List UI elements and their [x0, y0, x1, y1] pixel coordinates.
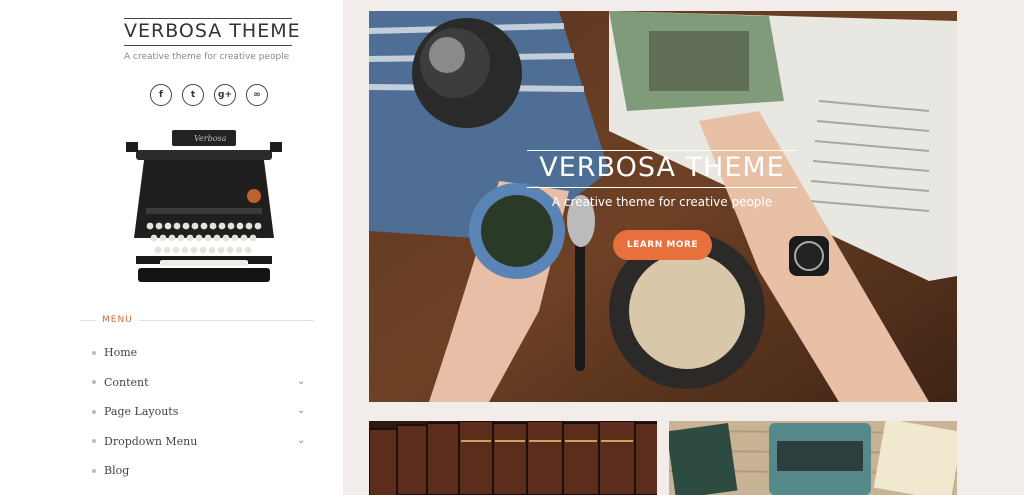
chevron-down-icon[interactable]: ⌄	[297, 435, 305, 446]
hero-title: VERBOSA THEME	[527, 150, 797, 188]
menu-item-label: Blog	[104, 464, 130, 478]
menu-item-home[interactable]: Home	[92, 338, 312, 368]
menu-item-dropdown-menu[interactable]: Dropdown Menu ⌄	[92, 427, 312, 457]
menu-item-label: Dropdown Menu	[104, 434, 198, 448]
menu-item-content[interactable]: Content ⌄	[92, 368, 312, 398]
google-plus-icon[interactable]: g+	[214, 84, 236, 106]
thumbnail-books-image[interactable]	[369, 421, 657, 495]
social-links: f t g+ ∞	[150, 84, 268, 106]
main-menu: Home Content ⌄ Page Layouts ⌄ Dropdown M…	[92, 338, 312, 486]
chevron-down-icon[interactable]: ⌄	[297, 376, 305, 387]
hero-subtitle: A creative theme for creative people	[551, 195, 773, 209]
typewriter-logo[interactable]: Verbosa	[124, 128, 284, 284]
bullet-icon	[92, 468, 96, 473]
typewriter-brand-text: Verbosa	[194, 134, 227, 143]
menu-item-label: Home	[104, 346, 138, 360]
menu-heading-label: MENU	[96, 314, 139, 326]
site-title[interactable]: VERBOSA THEME	[124, 18, 300, 46]
sidebar: VERBOSA THEME A creative theme for creat…	[0, 0, 343, 495]
bullet-icon	[92, 409, 96, 414]
site-tagline: A creative theme for creative people	[124, 52, 290, 62]
link-icon[interactable]: ∞	[246, 84, 268, 106]
twitter-icon[interactable]: t	[182, 84, 204, 106]
menu-heading: MENU	[80, 314, 314, 326]
menu-item-page-layouts[interactable]: Page Layouts ⌄	[92, 397, 312, 427]
thumbnail-typewriter-image[interactable]	[669, 421, 957, 495]
bullet-icon	[92, 380, 96, 385]
bullet-icon	[92, 439, 96, 444]
facebook-icon[interactable]: f	[150, 84, 172, 106]
menu-item-label: Page Layouts	[104, 405, 179, 419]
menu-item-blog[interactable]: Blog	[92, 456, 312, 486]
chevron-down-icon[interactable]: ⌄	[297, 405, 305, 416]
bullet-icon	[92, 350, 96, 355]
learn-more-button[interactable]: LEARN MORE	[613, 230, 712, 260]
menu-item-label: Content	[104, 375, 149, 389]
